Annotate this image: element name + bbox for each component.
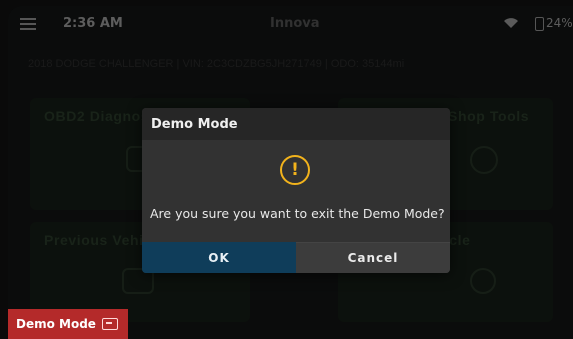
dialog-header: Demo Mode bbox=[142, 108, 450, 140]
dialog-message: Are you sure you want to exit the Demo M… bbox=[150, 206, 445, 221]
dialog-title: Demo Mode bbox=[151, 117, 238, 132]
demo-mode-label: Demo Mode bbox=[16, 317, 96, 331]
exit-demo-dialog: Demo Mode ! Are you sure you want to exi… bbox=[142, 108, 450, 273]
warning-icon: ! bbox=[280, 155, 310, 185]
cancel-button[interactable]: Cancel bbox=[296, 242, 450, 273]
demo-mode-badge[interactable]: Demo Mode bbox=[8, 309, 128, 339]
ok-button[interactable]: OK bbox=[142, 242, 296, 273]
exit-demo-icon bbox=[101, 318, 118, 330]
